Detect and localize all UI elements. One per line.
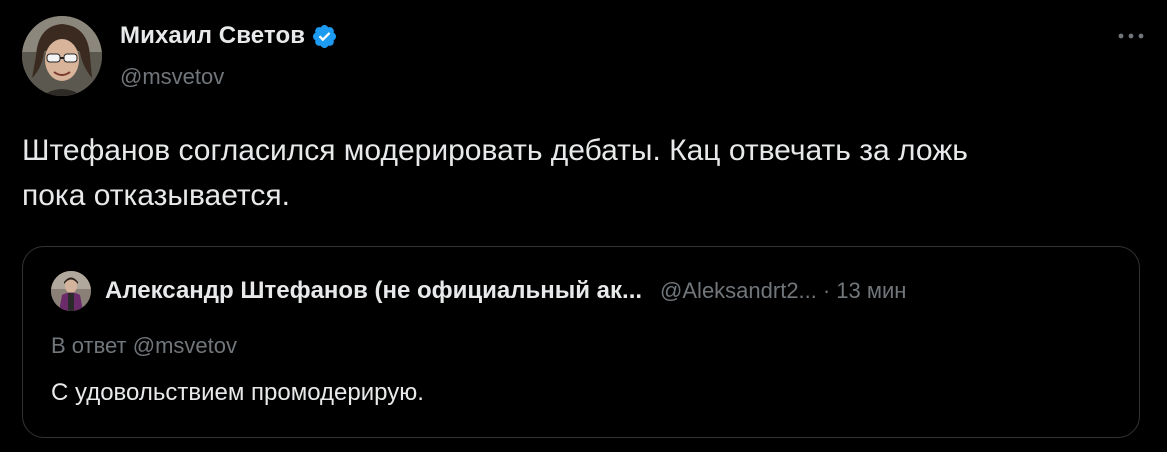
reply-prefix: В ответ: [51, 333, 127, 358]
tweet-text-line-2: пока отказывается.: [22, 179, 290, 212]
quoted-author-name[interactable]: Александр Штефанов (не официальный ак...: [105, 277, 642, 305]
tweet: Михаил Светов @msvetov Штефанов согласил…: [0, 0, 1167, 452]
author-handle[interactable]: @msvetov: [120, 64, 224, 90]
quoted-tweet-card[interactable]: Александр Штефанов (не официальный ак...…: [22, 246, 1140, 438]
separator-dot: ·: [822, 278, 831, 303]
reply-context: В ответ @msvetov: [51, 333, 237, 359]
quoted-timestamp[interactable]: 13 мин: [836, 278, 906, 304]
author-name-row: Михаил Светов: [120, 22, 338, 50]
author-name[interactable]: Михаил Светов: [120, 22, 305, 50]
quoted-author-avatar-image: [51, 271, 91, 311]
quoted-author-handle[interactable]: @Aleksandrt2...: [660, 278, 817, 304]
tweet-text-line-1: Штефанов согласился модерировать дебаты.…: [22, 134, 968, 167]
more-horizontal-icon: [1118, 33, 1144, 39]
quoted-header: Александр Штефанов (не официальный ак...…: [105, 273, 1119, 309]
more-options-button[interactable]: [1115, 26, 1147, 46]
reply-to-handle[interactable]: @msvetov: [133, 333, 237, 358]
author-avatar[interactable]: [22, 16, 102, 96]
verified-badge-icon[interactable]: [311, 23, 338, 50]
author-avatar-image: [22, 16, 102, 96]
tweet-text: Штефанов согласился модерировать дебаты.…: [22, 128, 1122, 218]
quoted-tweet-text: С удовольствием промодерирую.: [51, 379, 424, 406]
quoted-author-avatar[interactable]: [51, 271, 91, 311]
